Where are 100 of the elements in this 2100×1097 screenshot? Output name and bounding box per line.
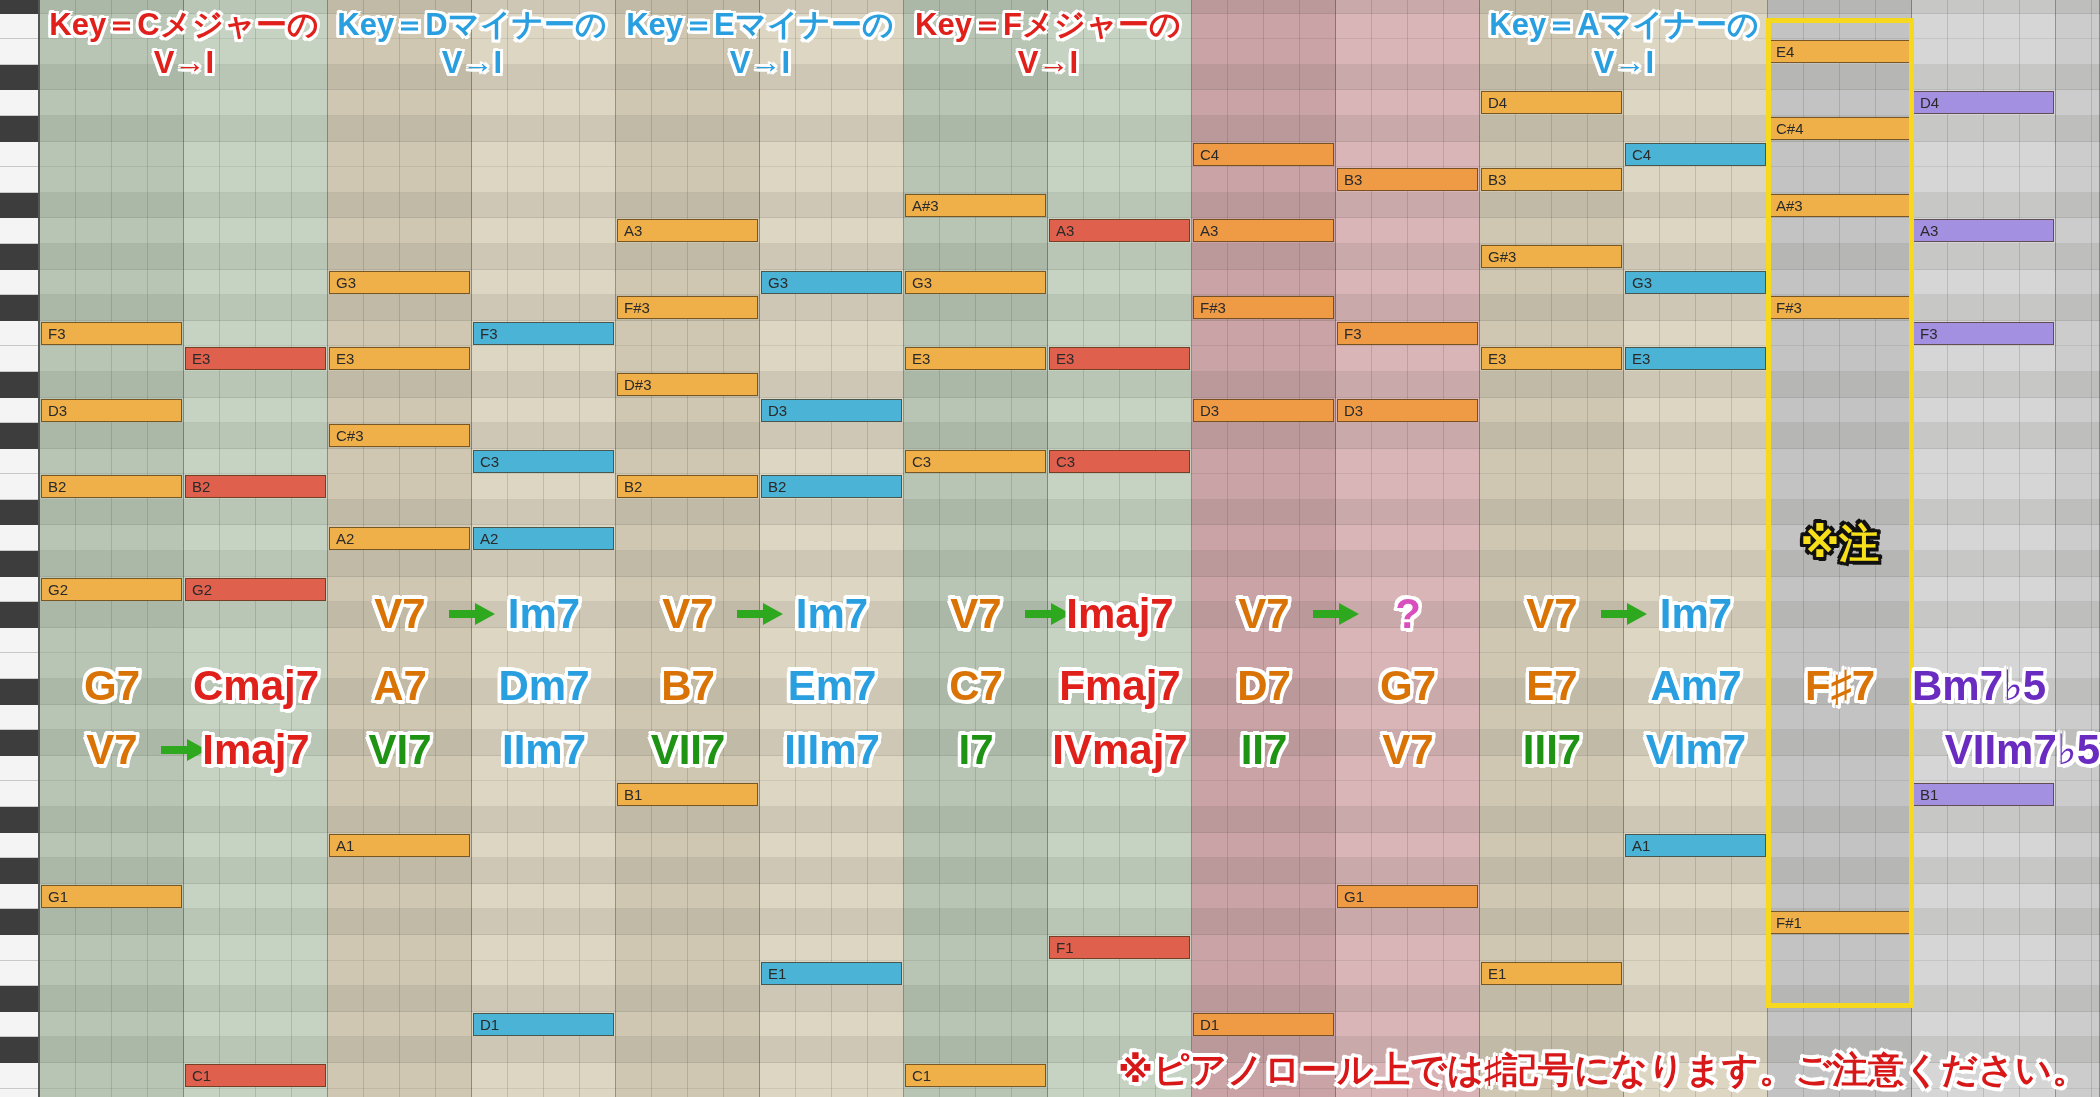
degree-label: VIIm7♭5 — [1944, 726, 2100, 774]
midi-note[interactable]: A3 — [1049, 219, 1190, 243]
midi-note[interactable]: E3 — [1481, 347, 1622, 371]
chord-name-label: C7 — [949, 662, 1003, 710]
arrow-icon — [447, 601, 497, 627]
midi-note[interactable]: B3 — [1337, 168, 1478, 192]
midi-note[interactable]: E3 — [1049, 347, 1190, 371]
chord-function-label: V7 — [86, 726, 138, 774]
midi-note[interactable]: B3 — [1481, 168, 1622, 192]
degree-label: I7 — [958, 726, 994, 774]
midi-note[interactable]: F3 — [1337, 321, 1478, 345]
midi-note[interactable]: G3 — [905, 270, 1046, 294]
midi-note[interactable]: C4 — [1625, 142, 1766, 166]
midi-note[interactable]: G3 — [329, 270, 470, 294]
midi-note[interactable]: F#3 — [617, 296, 758, 320]
degree-label: IVmaj7 — [1052, 726, 1188, 774]
midi-note[interactable]: B2 — [41, 475, 182, 499]
chord-function-label: V7 — [1238, 590, 1290, 638]
midi-note[interactable]: G1 — [1337, 885, 1478, 908]
key-heading: V→I — [153, 44, 215, 82]
midi-note[interactable]: A1 — [1625, 833, 1766, 857]
chord-name-label: Cmaj7 — [192, 662, 320, 710]
chord-function-label: V7 — [1526, 590, 1578, 638]
midi-note[interactable]: C4 — [1193, 142, 1334, 166]
midi-note[interactable]: F3 — [473, 321, 614, 345]
midi-note[interactable]: D3 — [1193, 398, 1334, 422]
key-heading: V→I — [441, 44, 503, 82]
chord-name-label: E7 — [1526, 662, 1578, 710]
degree-label: II7 — [1240, 726, 1288, 774]
midi-note[interactable]: D3 — [41, 398, 182, 422]
midi-note[interactable]: A1 — [329, 833, 470, 857]
midi-note[interactable]: C1 — [905, 1064, 1046, 1088]
piano-keyboard-drawing[interactable] — [0, 0, 40, 1097]
degree-label: IIm7 — [501, 726, 586, 774]
chord-name-label: Dm7 — [498, 662, 590, 710]
midi-note[interactable]: A2 — [329, 526, 470, 550]
midi-note[interactable]: E3 — [329, 347, 470, 371]
midi-note[interactable]: E3 — [185, 347, 326, 371]
midi-note[interactable]: D#3 — [617, 373, 758, 396]
key-heading: Key＝Cメジャーの — [49, 6, 319, 44]
midi-note[interactable]: D1 — [473, 1013, 614, 1036]
midi-note[interactable]: B2 — [761, 475, 902, 499]
midi-note[interactable]: E3 — [1625, 347, 1766, 371]
midi-note[interactable]: G1 — [41, 885, 182, 908]
midi-note[interactable]: B2 — [617, 475, 758, 499]
midi-note[interactable]: D1 — [1193, 1013, 1334, 1036]
midi-note[interactable]: B1 — [1913, 782, 2054, 806]
degree-label: VIm7 — [1645, 726, 1747, 774]
midi-note[interactable]: D3 — [1337, 398, 1478, 422]
midi-note[interactable]: G2 — [41, 577, 182, 601]
midi-note[interactable]: G3 — [1625, 270, 1766, 294]
key-heading: V→I — [1593, 44, 1655, 82]
degree-label: VI7 — [368, 726, 432, 774]
degree-label: VII7 — [650, 726, 726, 774]
midi-note[interactable]: C#4 — [1769, 117, 1910, 140]
midi-note[interactable]: G2 — [185, 577, 326, 601]
midi-note[interactable]: C#3 — [329, 424, 470, 448]
arrow-icon — [735, 601, 785, 627]
midi-note[interactable]: C3 — [473, 449, 614, 473]
midi-note[interactable]: C1 — [185, 1064, 326, 1088]
midi-note[interactable]: A3 — [1913, 219, 2054, 243]
arrow-icon — [1311, 601, 1361, 627]
midi-note[interactable]: D3 — [761, 398, 902, 422]
degree-label: IIIm7 — [784, 726, 880, 774]
chord-function-label: ? — [1395, 590, 1421, 638]
midi-note[interactable]: A3 — [617, 219, 758, 243]
midi-note[interactable]: B1 — [617, 782, 758, 806]
midi-note[interactable]: D4 — [1913, 91, 2054, 115]
midi-note[interactable]: F1 — [1049, 936, 1190, 960]
midi-note[interactable]: G#3 — [1481, 245, 1622, 268]
chord-function-label: Im7 — [507, 590, 581, 638]
midi-note[interactable]: C3 — [905, 449, 1046, 473]
midi-note[interactable]: E3 — [905, 347, 1046, 371]
midi-note[interactable]: A2 — [473, 526, 614, 550]
key-heading: Key＝Aマイナーの — [1489, 6, 1759, 44]
chord-name-label: Fmaj7 — [1059, 662, 1181, 710]
midi-note[interactable]: C3 — [1049, 449, 1190, 473]
midi-note[interactable]: G3 — [761, 270, 902, 294]
midi-note[interactable]: E1 — [761, 961, 902, 985]
arrow-icon — [1599, 601, 1649, 627]
midi-note[interactable]: A#3 — [905, 193, 1046, 217]
key-heading: Key＝Eマイナーの — [626, 6, 894, 44]
chord-name-label: Em7 — [787, 662, 877, 710]
chord-function-label: Imaj7 — [202, 726, 310, 774]
chord-name-label: G7 — [1380, 662, 1436, 710]
midi-note[interactable]: F#3 — [1193, 296, 1334, 320]
chord-function-label: V7 — [374, 590, 426, 638]
midi-note[interactable]: B2 — [185, 475, 326, 499]
key-heading: Key＝Fメジャーの — [915, 6, 1181, 44]
midi-note[interactable]: A3 — [1193, 219, 1334, 243]
chord-name-label: B7 — [661, 662, 715, 710]
midi-note[interactable]: D4 — [1481, 91, 1622, 115]
midi-note[interactable]: E1 — [1481, 961, 1622, 985]
midi-note[interactable]: E4 — [1769, 40, 1910, 64]
midi-note[interactable]: F3 — [41, 321, 182, 345]
chord-name-label: F♯7 — [1805, 662, 1875, 710]
midi-note[interactable]: F3 — [1913, 321, 2054, 345]
chord-name-label: A7 — [373, 662, 427, 710]
chord-function-label: Im7 — [795, 590, 869, 638]
midi-note[interactable]: F#3 — [1769, 296, 1910, 320]
